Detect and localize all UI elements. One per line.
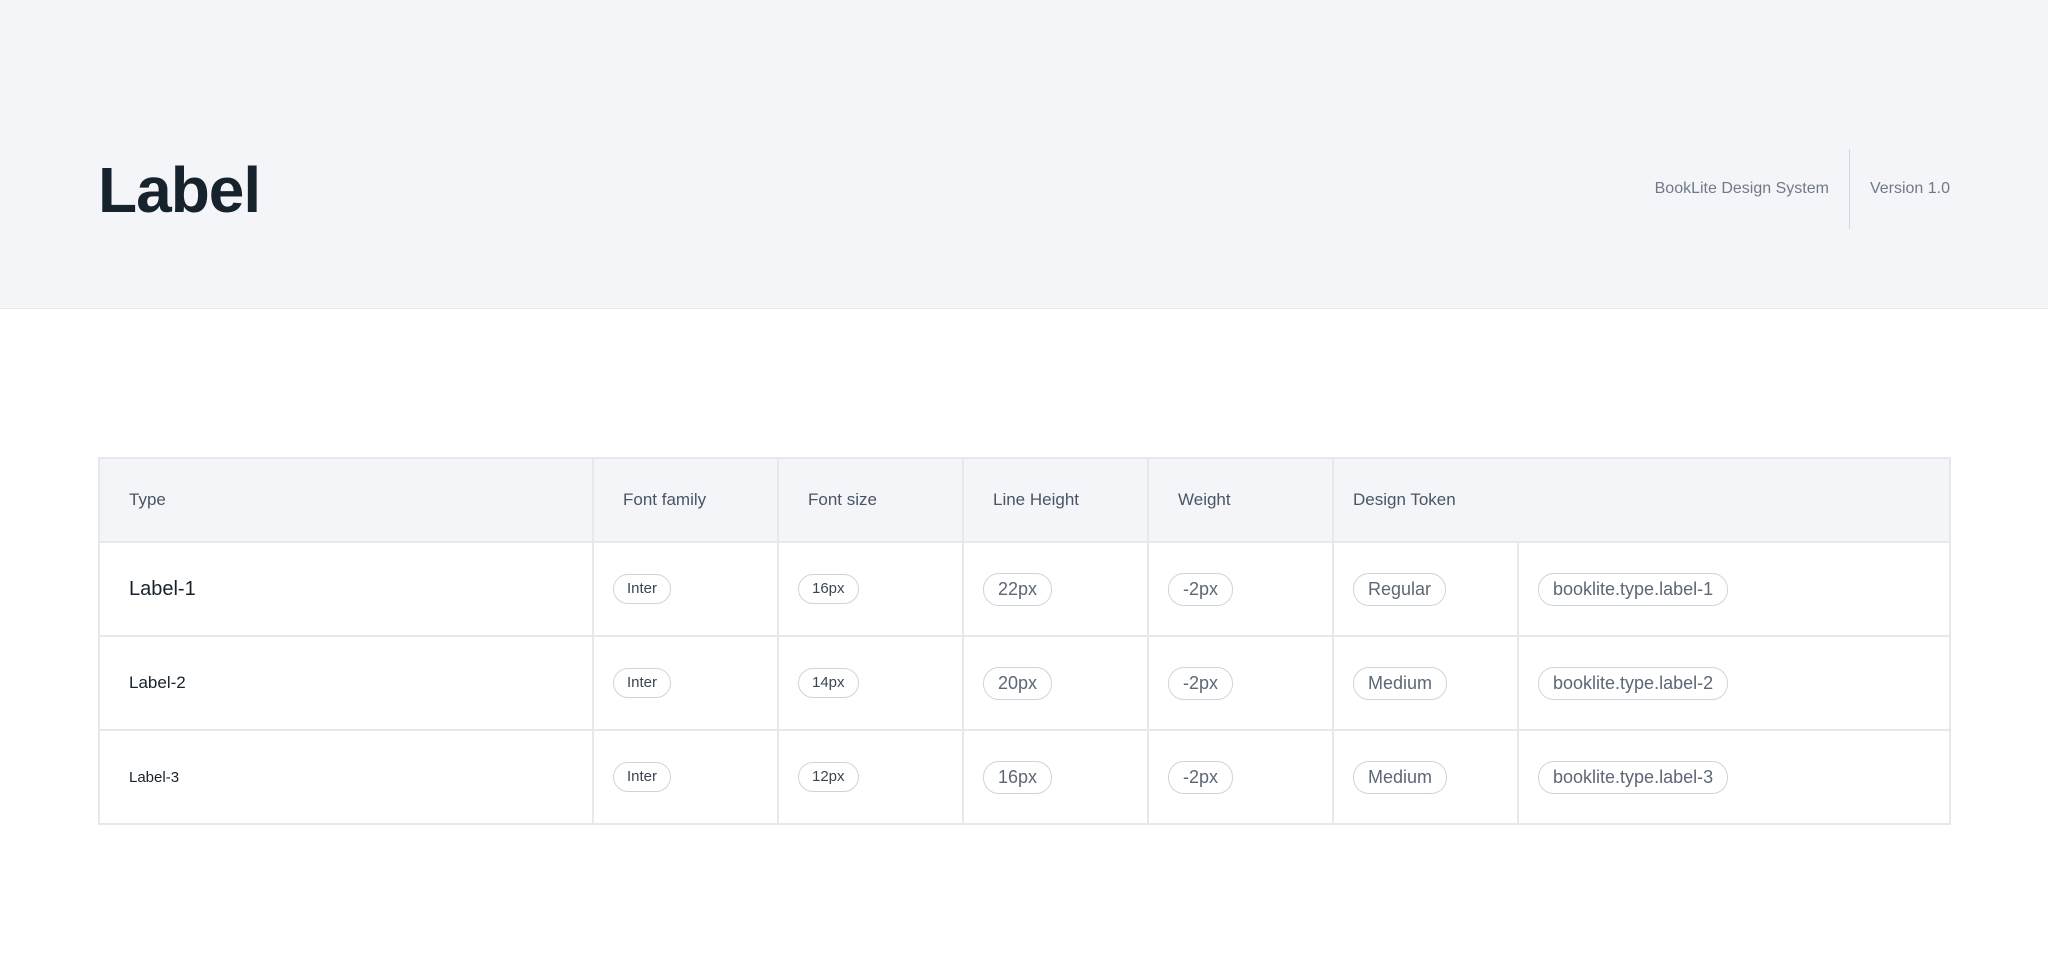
column-header-design-token: Design Token [1331,457,1952,543]
font-family-tag: Inter [613,574,672,604]
line-height-tag: 20px [983,666,1053,700]
header-meta: BookLite Design System Version 1.0 [1655,149,1950,229]
weight-tag: Medium [1353,666,1448,700]
column-header-weight: Weight [1147,457,1334,543]
line-height-cell: 22px [962,541,1149,637]
line-height-tag: 16px [983,760,1053,794]
page-title: Label [98,154,261,226]
weight-cell: Medium [1332,635,1519,731]
column-header-type: Type [98,457,594,543]
weight-tag: Regular [1353,572,1447,606]
line-height-cell: 20px [962,635,1149,731]
type-name: Label-3 [98,729,594,825]
table-header-row: Type Font family Font size Line Height W… [98,457,1952,543]
column-header-line-height: Line Height [962,457,1149,543]
font-size-tag: 14px [798,668,859,698]
letter-spacing-tag: -2px [1168,666,1234,700]
font-family-cell: Inter [592,635,779,731]
font-size-cell: 14px [777,635,964,731]
column-header-font-size: Font size [777,457,964,543]
weight-cell: Medium [1332,729,1519,825]
design-system-name: BookLite Design System [1654,180,1829,197]
font-size-cell: 16px [777,541,964,637]
letter-spacing-tag: -2px [1168,760,1234,794]
design-token-cell: booklite.type.label-3 [1516,729,1952,825]
letter-spacing-cell: -2px [1147,729,1334,825]
design-token-tag: booklite.type.label-2 [1538,666,1729,700]
font-size-cell: 12px [777,729,964,825]
type-name: Label-2 [98,635,594,731]
font-family-tag: Inter [613,668,672,698]
letter-spacing-cell: -2px [1147,541,1334,637]
design-token-tag: booklite.type.label-3 [1538,760,1729,794]
design-token-cell: booklite.type.label-1 [1516,541,1952,637]
letter-spacing-cell: -2px [1147,635,1334,731]
column-header-font-family: Font family [592,457,779,543]
font-family-cell: Inter [592,729,779,825]
table-row: Label-3 Inter 12px 16px -2px Medium book… [98,729,1952,825]
line-height-cell: 16px [962,729,1149,825]
version-label: Version 1.0 [1869,180,1950,197]
font-family-cell: Inter [592,541,779,637]
weight-tag: Medium [1353,760,1448,794]
design-token-cell: booklite.type.label-2 [1516,635,1952,731]
type-name: Label-1 [98,541,594,637]
line-height-tag: 22px [983,572,1053,606]
weight-cell: Regular [1332,541,1519,637]
typography-table: Type Font family Font size Line Height W… [98,457,1952,825]
letter-spacing-tag: -2px [1168,572,1234,606]
table-row: Label-1 Inter 16px 22px -2px Regular boo… [98,541,1952,637]
font-size-tag: 16px [798,574,859,604]
page-header: Label BookLite Design System Version 1.0 [0,0,2048,309]
font-family-tag: Inter [613,762,672,792]
table-row: Label-2 Inter 14px 20px -2px Medium book… [98,635,1952,731]
font-size-tag: 12px [798,762,859,792]
design-token-tag: booklite.type.label-1 [1538,572,1729,606]
